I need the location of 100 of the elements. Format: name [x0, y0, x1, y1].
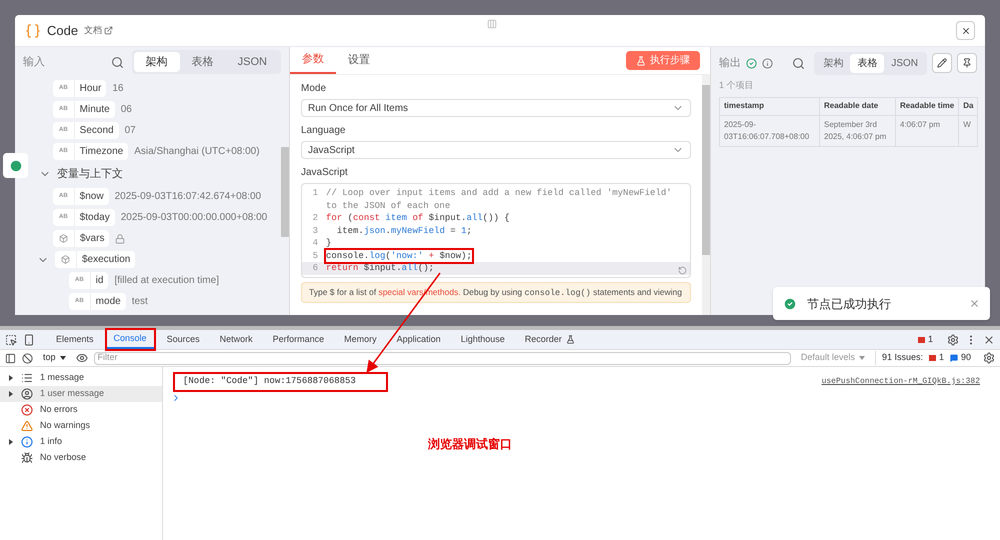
select-field[interactable]: Run Once for All Items: [301, 99, 691, 117]
sidebar-item[interactable]: No errors: [0, 402, 162, 418]
sidebar-item[interactable]: 1 message: [0, 370, 162, 386]
column-header: Da: [958, 97, 978, 115]
sidebar-item[interactable]: No warnings: [0, 418, 162, 434]
view-tab[interactable]: JSON: [226, 52, 279, 72]
cube-icon: [59, 234, 68, 243]
braces-icon: [25, 22, 41, 38]
pin-icon: [962, 58, 972, 68]
table-cell: 2025-09-03T16:06:07.708+08:00: [720, 115, 820, 146]
view-tab[interactable]: 架构: [816, 54, 850, 72]
field-value: 16: [112, 82, 124, 96]
devtools-tab[interactable]: Lighthouse: [454, 330, 512, 349]
issues-info-count[interactable]: 90: [950, 351, 971, 365]
table-cell: 4:06:07 pm: [896, 115, 959, 146]
flask-icon: [636, 56, 646, 66]
bug-icon: [21, 452, 33, 464]
tab[interactable]: 参数: [290, 47, 336, 74]
tab[interactable]: 设置: [336, 47, 382, 74]
line-number: 6: [312, 262, 319, 274]
message-icon: [950, 354, 958, 362]
sidebar-item[interactable]: 1 info: [0, 434, 162, 450]
line-number: 1: [312, 187, 319, 200]
field-value: 06: [120, 103, 132, 117]
panel-title: 输出: [719, 56, 741, 71]
issues-label: 91 Issues:: [874, 351, 923, 365]
code-line: return $input.all();: [326, 262, 434, 274]
drag-handle-icon[interactable]: [487, 18, 497, 28]
table-cell: September 3rd 2025, 4:06:07 pm: [820, 115, 896, 146]
field-value: test: [132, 295, 148, 309]
view-tab[interactable]: 架构: [134, 52, 180, 72]
field-name: mode: [94, 295, 122, 309]
field-name: $today: [78, 211, 111, 225]
close-icon[interactable]: [969, 298, 980, 309]
code-editor[interactable]: [301, 183, 691, 278]
success-icon: [746, 58, 757, 68]
settings-icon[interactable]: [983, 352, 995, 364]
field-value: [filled at execution time]: [114, 274, 219, 288]
line-number: 3: [312, 224, 319, 237]
sidebar-item[interactable]: No verbose: [0, 450, 162, 466]
user-icon: [21, 388, 33, 400]
code-line: }: [326, 237, 332, 250]
line-number: 5: [312, 250, 319, 262]
field-name: id: [94, 274, 104, 288]
error-badge[interactable]: 1: [918, 332, 933, 346]
field-name: Timezone: [78, 145, 124, 159]
item-count: 1 个项目: [718, 79, 755, 92]
filter-field[interactable]: Filter: [94, 352, 791, 364]
scrollbar[interactable]: [702, 75, 710, 315]
field-value: 2025-09-03T00:00:00.000+08:00: [120, 211, 268, 225]
pin-button[interactable]: [957, 53, 977, 73]
section-label[interactable]: 变量与上下文: [57, 166, 123, 182]
clear-icon[interactable]: [22, 352, 33, 364]
view-tab[interactable]: 表格: [180, 52, 226, 72]
field-name: $execution: [81, 253, 132, 267]
table-cell: W: [958, 115, 978, 146]
device-icon[interactable]: [23, 334, 35, 346]
field-name: $now: [78, 190, 105, 204]
info-icon[interactable]: [762, 58, 773, 68]
panel-title: 输入: [23, 54, 46, 70]
console-message: [Node: "Code"] now:1756887068853: [173, 372, 388, 392]
close-icon[interactable]: [983, 334, 995, 346]
field-value: Asia/Shanghai (UTC+08:00): [134, 145, 260, 159]
field-label: Language: [301, 124, 346, 138]
field-value: 2025-09-03T16:07:42.674+08:00: [114, 190, 262, 204]
search-icon[interactable]: [792, 56, 806, 70]
docs-link[interactable]: 文档: [84, 24, 114, 38]
edit-button[interactable]: [932, 53, 952, 73]
devtools-tab[interactable]: Console: [106, 330, 154, 349]
success-icon: [783, 296, 797, 310]
source-link[interactable]: usePushConnection-rM_GIQkB.js:382: [822, 376, 980, 388]
field-name: Hour: [78, 82, 102, 96]
issues-error-count[interactable]: 1: [928, 351, 944, 365]
devtools-tab[interactable]: Sources: [160, 330, 207, 349]
devtools-tab[interactable]: Elements: [49, 330, 101, 349]
select-field[interactable]: JavaScript: [301, 141, 691, 159]
pencil-icon: [937, 58, 947, 68]
view-tab[interactable]: 表格: [850, 54, 884, 72]
sidebar-item[interactable]: 1 user message: [0, 386, 162, 402]
close-icon: [960, 26, 970, 36]
external-link-icon: [104, 26, 114, 35]
column-header: Readable time: [896, 97, 959, 115]
sidebar-toggle-icon[interactable]: [5, 352, 16, 364]
inspect-icon[interactable]: [5, 334, 17, 346]
error-icon: [21, 404, 33, 416]
eye-icon[interactable]: [76, 352, 88, 364]
view-tab[interactable]: JSON: [884, 54, 925, 72]
column-header: Readable date: [820, 97, 896, 115]
settings-icon[interactable]: [947, 334, 959, 346]
devtools-tab[interactable]: Network: [212, 330, 260, 349]
devtools-tab[interactable]: Memory: [337, 330, 384, 349]
context-select[interactable]: top: [39, 351, 70, 365]
devtools-tab[interactable]: Application: [390, 330, 448, 349]
close-button[interactable]: [956, 21, 975, 40]
devtools-tab[interactable]: Recorder: [518, 330, 582, 349]
column-header: timestamp: [720, 97, 820, 115]
code-line: // Loop over input items and add a new field called 'myNewField' to the JSON of each one: [326, 187, 673, 212]
search-icon[interactable]: [110, 56, 124, 68]
devtools-tab[interactable]: Performance: [266, 330, 332, 349]
info-icon: [21, 436, 33, 448]
